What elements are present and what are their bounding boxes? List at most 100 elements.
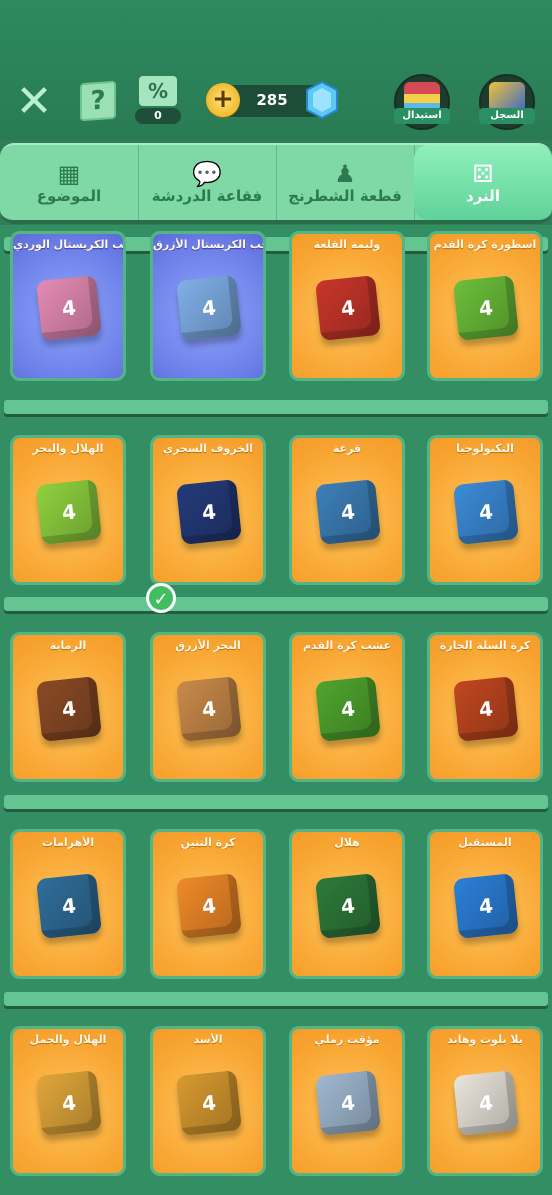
dice-face-number: 4 [477,696,495,722]
dice-preview-icon: 4 [176,479,242,545]
dice-card[interactable]: الرماية 4 [10,632,126,782]
dice-face-number: 4 [339,499,357,525]
dice-card-name: حب الكريستال الوردي [13,238,123,251]
dice-preview-icon: 4 [176,676,242,742]
dice-preview-icon: 4 [36,275,102,341]
dice-face-number: 4 [200,1090,218,1116]
dice-card[interactable]: الأهرامات 4 [10,829,126,979]
dice-card-name: البحر الأزرق [175,639,241,652]
dice-card[interactable]: كرة السلة الحارة 4 [427,632,543,782]
shelf [4,400,548,414]
chess-piece-icon: ♟ [334,159,356,188]
dice-face-number: 4 [60,1090,78,1116]
dice-face-number: 4 [339,295,357,321]
dice-card-name: عشب كرة القدم [303,639,391,652]
dice-face-number: 4 [339,1090,357,1116]
dice-face-number: 4 [60,499,78,525]
dice-grid: اسطورة كرة القدم 4 وليمة القلعة 4 حب الكريست… [0,225,552,1195]
dice-face-number: 4 [477,499,495,525]
dice-card-name: مؤقت رملي [314,1033,380,1046]
help-icon[interactable]: ? [80,80,116,122]
gem-icon [306,80,338,120]
dice-preview-icon: 4 [315,1070,381,1136]
dice-card[interactable]: عشب كرة القدم 4 [289,632,405,782]
dice-card[interactable]: يلا بلوت وهاند 4 [427,1026,543,1176]
dice-card-name: كرة التنين [180,836,236,849]
dice-card[interactable]: المستقبل 4 [427,829,543,979]
dice-face-number: 4 [477,1090,495,1116]
dice-card[interactable]: كرة التنين 4 [150,829,266,979]
dice-card[interactable]: مؤقت رملي 4 [289,1026,405,1176]
dice-face-number: 4 [60,893,78,919]
dice-face-number: 4 [60,295,78,321]
dice-face-number: 4 [200,295,218,321]
gem-count: 285 [256,91,288,109]
chat-bubble-icon: 💬 [192,159,222,188]
dice-face-number: 4 [200,696,218,722]
dice-card-name: الهلال والبحر [32,442,104,455]
coupon-count: 0 [135,108,181,124]
dice-card[interactable]: البحر الأزرق 4 [150,632,266,782]
dice-preview-icon: 4 [453,873,519,939]
dice-face-number: 4 [477,893,495,919]
dice-card[interactable]: التكنولوجيا 4 [427,435,543,585]
dice-card-name: الأهرامات [41,836,95,849]
dice-face-number: 4 [200,893,218,919]
dice-card[interactable]: اسطورة كرة القدم 4 [427,231,543,381]
dice-card-name: وليمة القلعة [313,238,381,251]
shelf [4,597,548,611]
tab-chess-piece[interactable]: ♟ قطعة الشطرنج [276,145,415,220]
dice-card[interactable]: حب الكريستال الوردي 4 [10,231,126,381]
dice-face-number: 4 [477,295,495,321]
dice-card[interactable]: الأسد 4 [150,1026,266,1176]
category-tabs: ▦ الموضوع 💬 فقاعة الدردشة ♟ قطعة الشطرنج… [0,143,552,224]
dice-card[interactable]: قرعة 4 [289,435,405,585]
dice-card-name: الرماية [49,639,87,652]
dice-face-number: 4 [339,696,357,722]
exchange-label: استبدال [394,108,450,124]
dice-icon: ⚄ [472,159,494,188]
percent-ticket-icon: % [139,76,177,106]
equipped-check-icon: ✓ [146,583,176,613]
record-button[interactable]: السجل [479,74,535,130]
dice-preview-icon: 4 [176,873,242,939]
dice-preview-icon: 4 [453,1070,519,1136]
dice-preview-icon: 4 [36,676,102,742]
dice-card-name: الخروف السحري [162,442,254,455]
dice-preview-icon: 4 [315,479,381,545]
dice-preview-icon: 4 [315,275,381,341]
close-icon[interactable]: ✕ [14,80,54,124]
dice-preview-icon: 4 [453,275,519,341]
dice-preview-icon: 4 [176,1070,242,1136]
tab-chat-bubble-label: فقاعة الدردشة [151,186,263,205]
dice-preview-icon: 4 [36,479,102,545]
dice-card-name: حب الكريستال الأزرق [153,238,263,251]
dice-card[interactable]: هلال 4 [289,829,405,979]
dice-card-name: الهلال والجمل [29,1033,107,1046]
tab-dice[interactable]: ⚄ النرد [414,145,552,220]
exchange-button[interactable]: استبدال [394,74,450,130]
dice-card-name: المستقبل [458,836,512,849]
dice-card[interactable]: حب الكريستال الأزرق 4 [150,231,266,381]
tab-theme[interactable]: ▦ الموضوع [0,145,139,220]
dice-card[interactable]: الهلال والجمل 4 [10,1026,126,1176]
dice-card-name: قرعة [332,442,362,455]
dice-preview-icon: 4 [315,873,381,939]
dice-card-name: هلال [334,836,360,849]
dice-card[interactable]: الهلال والبحر 4 [10,435,126,585]
dice-card[interactable]: الخروف السحري 4 [150,435,266,585]
dice-preview-icon: 4 [176,275,242,341]
dice-face-number: 4 [60,696,78,722]
dice-card-name: كرة السلة الحارة [439,639,531,652]
dice-preview-icon: 4 [36,1070,102,1136]
tab-chat-bubble[interactable]: 💬 فقاعة الدردشة [138,145,277,220]
dice-face-number: 4 [200,499,218,525]
dice-preview-icon: 4 [36,873,102,939]
add-gems-button[interactable]: + [206,83,240,117]
dice-card-name: التكنولوجيا [456,442,514,455]
dice-card[interactable]: وليمة القلعة 4 [289,231,405,381]
coupon-button[interactable]: % 0 [135,76,181,124]
dice-card-name: يلا بلوت وهاند [447,1033,523,1046]
tab-theme-label: الموضوع [36,186,102,205]
shelf [4,992,548,1006]
